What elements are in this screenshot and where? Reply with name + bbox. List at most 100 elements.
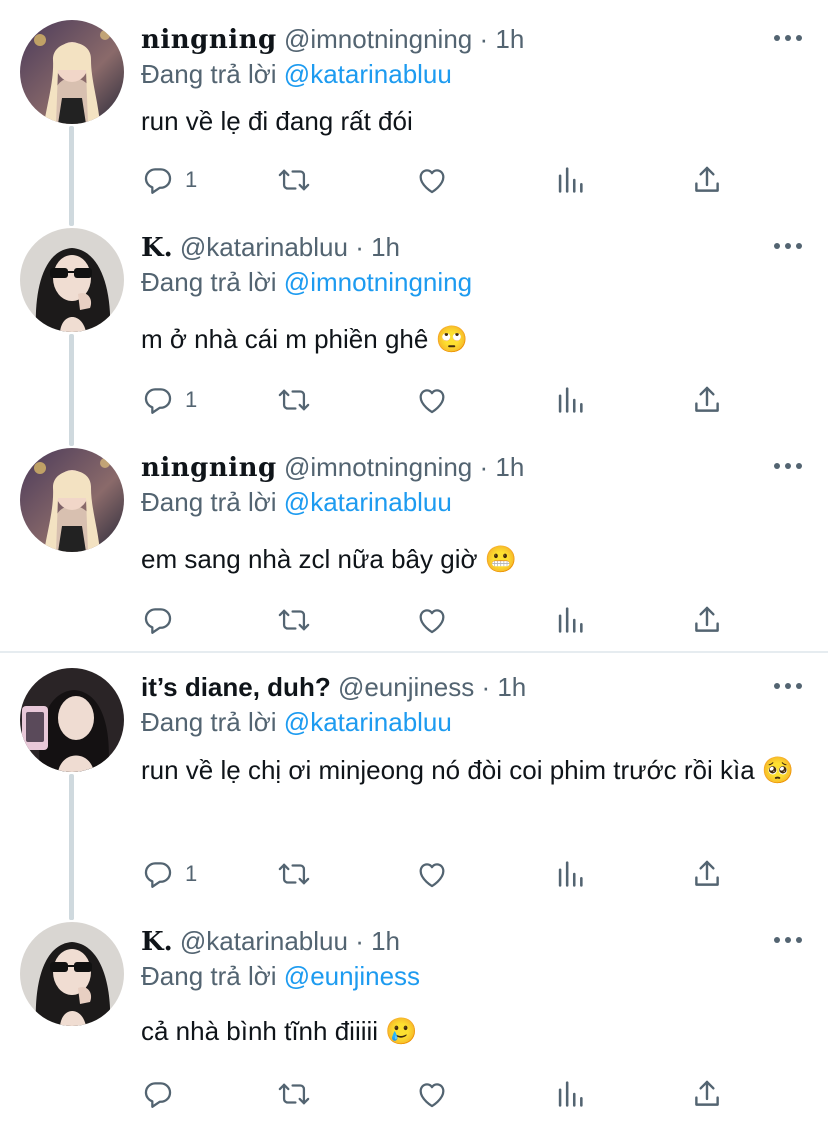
action-bar: 1: [141, 160, 741, 200]
retweet-icon: [277, 1077, 311, 1111]
retweet-button[interactable]: [277, 380, 311, 420]
separator-dot: ·: [479, 452, 489, 482]
like-button[interactable]: [415, 600, 449, 640]
reply-context: Đang trả lời @katarinabluu: [141, 57, 452, 91]
action-bar: 1: [141, 854, 741, 894]
analytics-icon: [553, 383, 587, 417]
analytics-button[interactable]: [553, 1074, 587, 1114]
reply-context: Đang trả lời @eunjiness: [141, 959, 420, 993]
reply-context: Đang trả lời @katarinabluu: [141, 485, 452, 519]
share-button[interactable]: [690, 160, 724, 200]
analytics-icon: [553, 603, 587, 637]
tweet-header: it’s diane, duh? @eunjiness · 1h: [141, 670, 526, 704]
more-icon[interactable]: [774, 32, 802, 44]
analytics-button[interactable]: [553, 854, 587, 894]
retweet-button[interactable]: [277, 160, 311, 200]
reply-mention[interactable]: @eunjiness: [284, 961, 420, 991]
user-handle[interactable]: @imnotningning: [284, 24, 472, 54]
reply-mention[interactable]: @katarinabluu: [284, 59, 452, 89]
analytics-icon: [553, 857, 587, 891]
display-name[interactable]: ningning: [141, 453, 277, 483]
display-name[interactable]: K.: [141, 927, 173, 957]
like-button[interactable]: [415, 854, 449, 894]
user-handle[interactable]: @katarinabluu: [180, 232, 348, 262]
reply-prefix: Đang trả lời: [141, 267, 277, 297]
separator-dot: ·: [481, 672, 491, 702]
timestamp[interactable]: 1h: [371, 926, 400, 956]
reply-icon: [141, 383, 175, 417]
like-button[interactable]: [415, 1074, 449, 1114]
like-icon: [415, 383, 449, 417]
display-name[interactable]: K.: [141, 233, 173, 263]
avatar[interactable]: [20, 668, 124, 772]
retweet-button[interactable]: [277, 600, 311, 640]
reply-icon: [141, 163, 175, 197]
like-icon: [415, 163, 449, 197]
share-button[interactable]: [690, 854, 724, 894]
like-button[interactable]: [415, 160, 449, 200]
display-name[interactable]: it’s diane, duh?: [141, 672, 331, 702]
reply-context: Đang trả lời @imnotningning: [141, 265, 472, 299]
share-button[interactable]: [690, 1074, 724, 1114]
like-icon: [415, 1077, 449, 1111]
avatar[interactable]: [20, 20, 124, 124]
avatar[interactable]: [20, 448, 124, 552]
reply-button[interactable]: [141, 1074, 185, 1114]
timestamp[interactable]: 1h: [495, 452, 524, 482]
analytics-button[interactable]: [553, 160, 587, 200]
reply-mention[interactable]: @katarinabluu: [284, 487, 452, 517]
reply-prefix: Đang trả lời: [141, 961, 277, 991]
avatar[interactable]: [20, 922, 124, 1026]
reply-mention[interactable]: @katarinabluu: [284, 707, 452, 737]
thread-line: [69, 208, 74, 226]
tweet-text: run về lẹ chị ơi minjeong nó đòi coi phi…: [141, 755, 795, 785]
share-icon: [690, 163, 724, 197]
display-name[interactable]: ningning: [141, 25, 277, 55]
thread-line: [69, 428, 74, 446]
tweet-4[interactable]: it’s diane, duh? @eunjiness · 1h Đang tr…: [0, 648, 828, 920]
more-icon[interactable]: [774, 934, 802, 946]
share-button[interactable]: [690, 380, 724, 420]
analytics-button[interactable]: [553, 380, 587, 420]
tweet-header: K. @katarinabluu · 1h: [141, 230, 400, 265]
tweet-text: cả nhà bình tĩnh điiiii 🥲: [141, 1016, 418, 1046]
reply-icon: [141, 603, 175, 637]
analytics-button[interactable]: [553, 600, 587, 640]
reply-count: 1: [185, 387, 198, 412]
retweet-button[interactable]: [277, 1074, 311, 1114]
share-button[interactable]: [690, 600, 724, 640]
timestamp[interactable]: 1h: [371, 232, 400, 262]
more-icon[interactable]: [774, 460, 802, 472]
thread-line: [69, 334, 74, 440]
timestamp[interactable]: 1h: [495, 24, 524, 54]
reply-button[interactable]: 1: [141, 160, 197, 200]
user-handle[interactable]: @katarinabluu: [180, 926, 348, 956]
retweet-button[interactable]: [277, 854, 311, 894]
reply-prefix: Đang trả lời: [141, 487, 277, 517]
reply-mention[interactable]: @imnotningning: [284, 267, 472, 297]
action-bar: 1: [141, 380, 741, 420]
thread-line: [69, 774, 74, 920]
reply-prefix: Đang trả lời: [141, 59, 277, 89]
reply-button[interactable]: 1: [141, 380, 197, 420]
timestamp[interactable]: 1h: [497, 672, 526, 702]
like-button[interactable]: [415, 380, 449, 420]
reply-prefix: Đang trả lời: [141, 707, 277, 737]
share-icon: [690, 383, 724, 417]
user-handle[interactable]: @imnotningning: [284, 452, 472, 482]
share-icon: [690, 857, 724, 891]
thread-line: [69, 126, 74, 220]
tweet-2[interactable]: K. @katarinabluu · 1h Đang trả lời @imno…: [0, 208, 828, 440]
user-handle[interactable]: @eunjiness: [338, 672, 474, 702]
tweet-5[interactable]: K. @katarinabluu · 1h Đang trả lời @eunj…: [0, 902, 828, 1125]
avatar[interactable]: [20, 228, 124, 332]
more-icon[interactable]: [774, 680, 802, 692]
reply-button[interactable]: [141, 600, 185, 640]
tweet-text: em sang nhà zcl nữa bây giờ 😬: [141, 544, 518, 574]
tweet-header: ningning @imnotningning · 1h: [141, 22, 524, 57]
tweet-3[interactable]: ningning @imnotningning · 1h Đang trả lờ…: [0, 428, 828, 652]
more-icon[interactable]: [774, 240, 802, 252]
reply-button[interactable]: 1: [141, 854, 197, 894]
tweet-1[interactable]: ningning @imnotningning · 1h Đang trả lờ…: [0, 0, 828, 220]
tweet-text: run về lẹ đi đang rất đói: [141, 106, 413, 136]
